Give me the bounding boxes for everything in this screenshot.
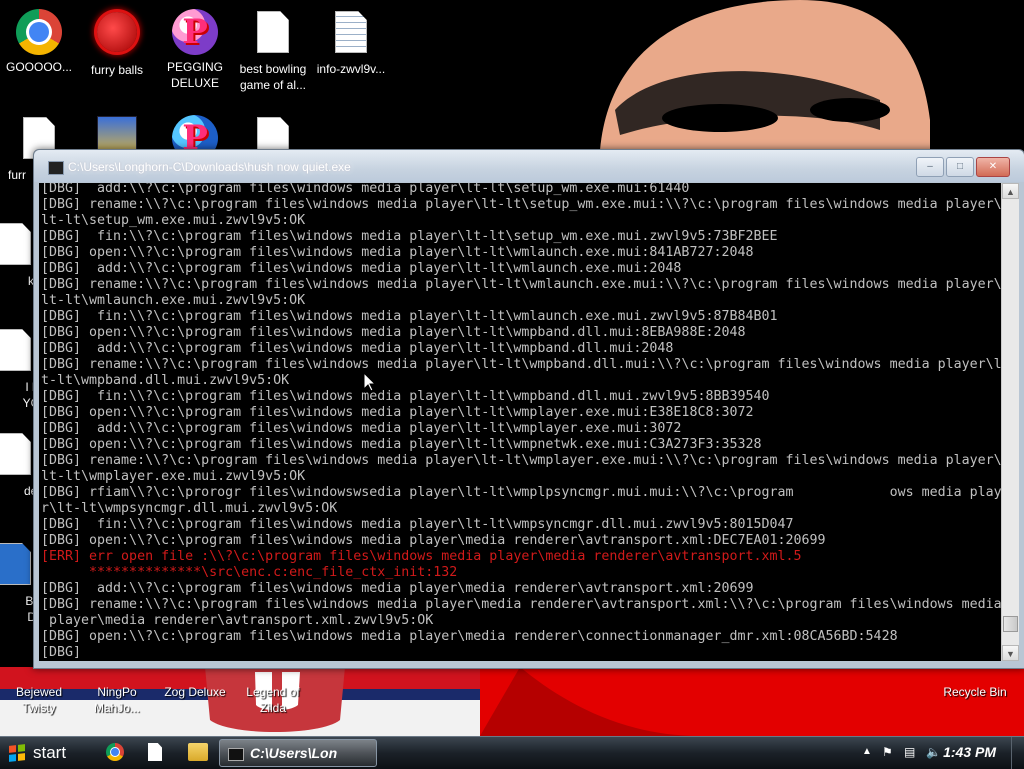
desktop-icon-label: Recycle Bin: [943, 685, 1007, 699]
taskbar-item-console[interactable]: C:\Users\Lon: [219, 739, 377, 767]
console-line: [DBG] open:\\?\c:\program files\windows …: [41, 405, 754, 420]
desktop-icon-label: Legend of Zilda: [246, 685, 300, 715]
start-label: start: [33, 743, 67, 762]
console-line: [DBG] add:\\?\c:\program files\windows m…: [41, 341, 674, 356]
console-line: [DBG] open:\\?\c:\program files\windows …: [41, 629, 898, 644]
vertical-scrollbar[interactable]: ▲ ▼: [1001, 183, 1019, 661]
desktop-icon-label: GOOOOO...: [5, 60, 72, 74]
chrome-icon: [15, 9, 63, 57]
console-icon: [228, 748, 244, 761]
taskbar-item-label: C:\Users\Lon: [250, 745, 338, 761]
desktop-icon-pegging-deluxe[interactable]: P PEGGING DELUXE: [156, 8, 234, 91]
scrollbar-thumb[interactable]: [1003, 616, 1018, 633]
pegging-deluxe-icon: P: [171, 9, 219, 57]
console-line: t-lt\wmpband.dll.mui.zwvl9v5:OK: [41, 373, 290, 388]
clock[interactable]: 1:43 PM: [940, 744, 996, 760]
console-line: player\media renderer\avtransport.xml.zw…: [41, 613, 434, 628]
console-line: [DBG] fin:\\?\c:\program files\windows m…: [41, 517, 794, 532]
action-center-flag-icon[interactable]: ⚑: [882, 745, 893, 759]
desktop-icon-label: info-zwvl9v...: [316, 62, 386, 76]
windows-logo-icon: [9, 744, 25, 762]
console-line: [DBG] rename:\\?\c:\program files\window…: [41, 277, 1001, 292]
console-line: r\lt-lt\wmpsyncmgr.dll.mui.zwvl9v5:OK: [41, 501, 338, 516]
console-line: [DBG] add:\\?\c:\program files\windows m…: [41, 421, 682, 436]
console-line: [DBG] add:\\?\c:\program files\windows m…: [41, 183, 690, 196]
console-line: [DBG] rename:\\?\c:\program files\window…: [41, 357, 1001, 372]
console-icon: [48, 161, 64, 175]
console-line: [DBG] rename:\\?\c:\program files\window…: [41, 197, 1001, 212]
desktop-icon-furry-balls[interactable]: furry balls: [78, 8, 156, 78]
mouse-cursor-icon: [364, 373, 376, 392]
maximize-button[interactable]: □: [946, 157, 974, 177]
desktop-icon-label: PEGGING DELUXE: [166, 60, 223, 90]
console-line: [DBG] open:\\?\c:\program files\windows …: [41, 245, 754, 260]
desktop-icon-label: best bowling game of al...: [239, 62, 307, 92]
show-hidden-chevron-icon[interactable]: ▲: [862, 745, 872, 759]
console-line: [DBG] add:\\?\c:\program files\windows m…: [41, 581, 754, 596]
window-titlebar[interactable]: C:\Users\Longhorn-C\Downloads\hush now q…: [34, 150, 1024, 182]
console-error-line: [ERR] err open file :\\?\c:\program file…: [41, 549, 802, 564]
console-line: [DBG] fin:\\?\c:\program files\windows m…: [41, 229, 778, 244]
file-icon[interactable]: [148, 743, 162, 761]
desktop-icon-info-txt[interactable]: info-zwvl9v...: [312, 8, 390, 77]
console-line: [DBG] open:\\?\c:\program files\windows …: [41, 533, 826, 548]
desktop-icon-chrome[interactable]: GOOOOO...: [0, 8, 78, 75]
text-document-icon: [327, 11, 375, 59]
network-icon[interactable]: ▤: [904, 745, 915, 759]
desktop-icon-label: furry balls: [90, 63, 143, 77]
console-line: [DBG] rename:\\?\c:\program files\window…: [41, 453, 1001, 468]
scroll-up-arrow-icon[interactable]: ▲: [1002, 183, 1019, 199]
console-line: lt-lt\wmlaunch.exe.mui.zwvl9v5:OK: [41, 293, 306, 308]
minimize-button[interactable]: –: [916, 157, 944, 177]
console-line: [DBG] fin:\\?\c:\program files\windows m…: [41, 309, 778, 324]
volume-icon[interactable]: 🔈: [926, 745, 941, 759]
window-title: C:\Users\Longhorn-C\Downloads\hush now q…: [68, 160, 351, 174]
console-error-line: **************\src\enc.c:enc_file_ctx_in…: [41, 565, 458, 580]
document-icon: [249, 11, 297, 59]
close-button[interactable]: ✕: [976, 157, 1010, 177]
show-desktop-button[interactable]: [1011, 737, 1024, 769]
console-output[interactable]: [DBG] add:\\?\c:\program files\windows m…: [39, 183, 1001, 661]
chrome-icon[interactable]: [106, 743, 124, 761]
desktop-icon-label: Zog Deluxe: [164, 685, 226, 699]
desktop-icon-label: NingPo MahJo...: [93, 685, 141, 715]
console-line: [DBG] open:\\?\c:\program files\windows …: [41, 325, 746, 340]
console-line: [DBG] rename:\\?\c:\program files\window…: [41, 597, 1001, 612]
console-line: [DBG]: [41, 645, 82, 660]
console-window[interactable]: C:\Users\Longhorn-C\Downloads\hush now q…: [33, 149, 1024, 669]
desktop-icon-label: Bejewed Twisty: [15, 685, 63, 715]
console-line: lt-lt\wmplayer.exe.mui.zwvl9v5:OK: [41, 469, 306, 484]
console-line: lt-lt\setup_wm.exe.mui.zwvl9v5:OK: [41, 213, 306, 228]
explorer-icon[interactable]: [188, 743, 208, 761]
start-button[interactable]: start: [3, 740, 89, 766]
furry-balls-icon: [93, 12, 141, 60]
desktop-icon-best-bowling[interactable]: best bowling game of al...: [234, 8, 312, 93]
console-line: [DBG] rfiam\\?\c:\prorogr files\windowsw…: [41, 485, 1001, 500]
console-line: [DBG] add:\\?\c:\program files\windows m…: [41, 261, 682, 276]
console-lines: [DBG] add:\\?\c:\program files\windows m…: [41, 183, 1001, 661]
scroll-down-arrow-icon[interactable]: ▼: [1002, 645, 1019, 661]
console-line: [DBG] open:\\?\c:\program files\windows …: [41, 437, 762, 452]
taskbar: start C:\Users\Lon ▲ ⚑ ▤ 🔈 1:43 PM: [0, 736, 1024, 769]
console-line: [DBG] fin:\\?\c:\program files\windows m…: [41, 389, 770, 404]
